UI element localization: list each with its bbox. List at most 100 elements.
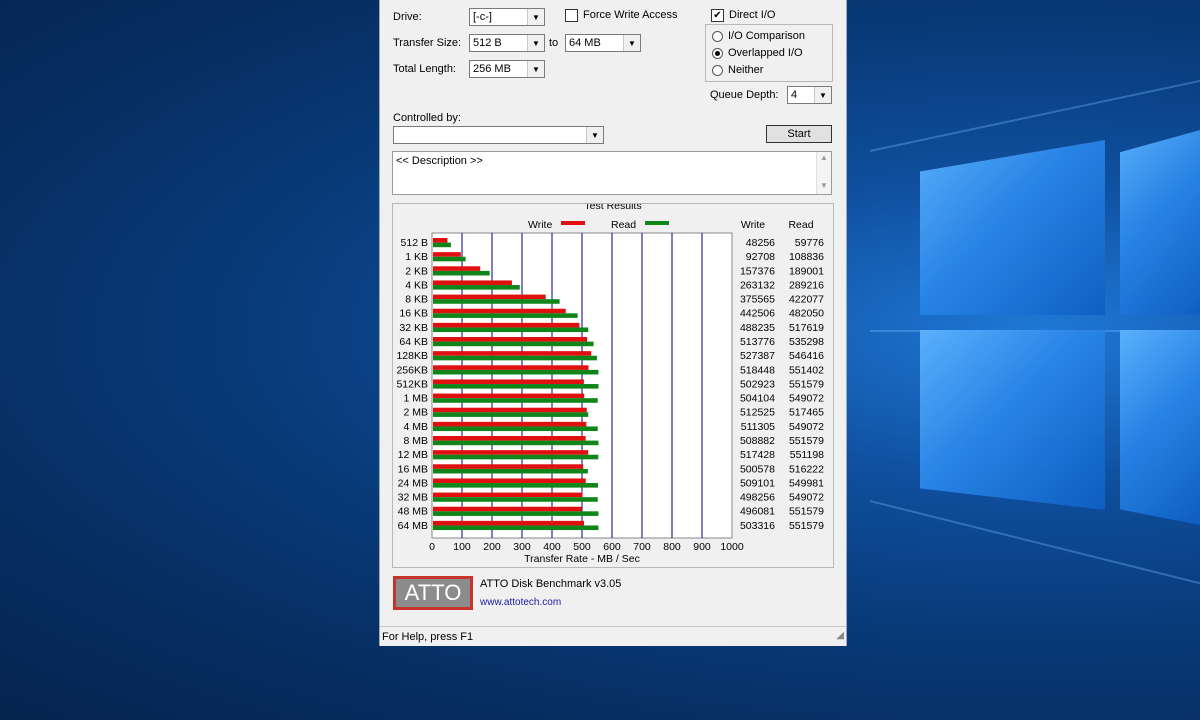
read-bar — [433, 256, 466, 262]
read-value: 535298 — [789, 336, 824, 348]
category-label: 16 KB — [399, 308, 428, 320]
description-textarea[interactable]: << Description >> ▲ ▼ — [392, 151, 832, 195]
read-value: 289216 — [789, 279, 824, 291]
category-label: 2 KB — [405, 265, 428, 277]
write-value: 509101 — [740, 477, 775, 489]
write-value: 502923 — [740, 378, 775, 390]
write-bar — [433, 252, 461, 257]
controlled-by-select[interactable]: ▼ — [393, 126, 604, 144]
write-value: 500578 — [740, 463, 775, 475]
windows-logo-pane — [920, 140, 1105, 315]
drive-select[interactable]: [-c-] ▼ — [469, 8, 545, 26]
write-value: 518448 — [740, 364, 775, 376]
start-button[interactable]: Start — [766, 125, 832, 143]
resize-grip-icon[interactable]: ◢ — [836, 630, 844, 641]
read-bar — [433, 341, 594, 347]
write-value: 508882 — [740, 435, 775, 447]
chevron-down-icon[interactable]: ▼ — [527, 61, 544, 77]
transfer-size-to-value: 64 MB — [569, 37, 601, 49]
category-label: 8 KB — [405, 294, 428, 306]
x-tick-label: 200 — [483, 541, 501, 553]
read-bar — [433, 313, 578, 318]
io-comparison-label: I/O Comparison — [728, 30, 806, 42]
read-value: 517619 — [789, 322, 824, 334]
io-comparison-radio[interactable] — [712, 31, 723, 42]
scroll-up-icon[interactable]: ▲ — [820, 153, 828, 162]
write-bar — [433, 450, 589, 455]
write-value: 498256 — [740, 492, 775, 504]
read-value: 551198 — [790, 449, 824, 461]
force-write-checkbox[interactable] — [565, 9, 578, 22]
x-tick-label: 500 — [573, 541, 591, 553]
category-label: 2 MB — [403, 407, 428, 419]
category-label: 32 MB — [398, 492, 428, 504]
total-length-select[interactable]: 256 MB ▼ — [469, 60, 545, 78]
write-value: 517428 — [740, 449, 775, 461]
atto-benchmark-window: Drive: [-c-] ▼ Force Write Access ✔ Dire… — [379, 0, 847, 646]
write-value: 263132 — [740, 279, 775, 291]
read-value: 59776 — [795, 237, 824, 249]
controlled-by-label: Controlled by: — [393, 112, 461, 124]
read-bar — [433, 285, 520, 290]
write-bar — [433, 266, 481, 271]
read-value: 516222 — [789, 463, 824, 475]
transfer-size-from-select[interactable]: 512 B ▼ — [469, 34, 545, 52]
x-tick-label: 300 — [513, 541, 531, 553]
read-value: 551579 — [789, 378, 824, 390]
neither-radio[interactable] — [712, 65, 723, 76]
chevron-down-icon[interactable]: ▼ — [586, 127, 603, 143]
write-bar — [433, 280, 512, 286]
total-length-label: Total Length: — [393, 63, 456, 75]
category-label: 8 MB — [403, 435, 428, 447]
read-bar — [433, 384, 599, 389]
description-scrollbar[interactable]: ▲ ▼ — [816, 152, 831, 194]
atto-logo: ATTO — [393, 576, 473, 610]
scroll-down-icon[interactable]: ▼ — [820, 181, 828, 190]
x-tick-label: 100 — [453, 541, 471, 553]
category-label: 4 MB — [403, 421, 428, 433]
legend-read-swatch — [645, 221, 669, 225]
write-value: 488235 — [740, 322, 775, 334]
read-value: 517465 — [789, 407, 824, 419]
category-label: 512 B — [401, 237, 428, 249]
windows-logo-pane — [1120, 130, 1200, 315]
transfer-size-to-select[interactable]: 64 MB ▼ — [565, 34, 641, 52]
read-bar — [433, 355, 597, 361]
read-value: 551579 — [789, 435, 824, 447]
category-label: 128KB — [396, 350, 428, 362]
to-label: to — [549, 37, 559, 49]
read-value: 551579 — [789, 506, 824, 518]
x-tick-label: 0 — [429, 541, 435, 553]
write-value: 512525 — [740, 407, 775, 419]
write-bar — [433, 337, 588, 342]
transfer-size-from-value: 512 B — [473, 37, 502, 49]
chevron-down-icon[interactable]: ▼ — [623, 35, 640, 51]
read-bar — [433, 525, 599, 531]
write-bar — [433, 379, 584, 385]
total-length-value: 256 MB — [473, 63, 511, 75]
read-column-header: Read — [788, 219, 813, 231]
read-bar — [433, 426, 598, 432]
chevron-down-icon[interactable]: ▼ — [814, 87, 831, 103]
read-bar — [433, 270, 490, 276]
write-value: 48256 — [746, 237, 775, 249]
test-results-group: Test Results Write Read Write Read 0 100 200 300… — [392, 203, 834, 568]
x-tick-label: 700 — [633, 541, 651, 553]
queue-depth-select[interactable]: 4 ▼ — [787, 86, 832, 104]
overlapped-io-label: Overlapped I/O — [728, 47, 803, 59]
chevron-down-icon[interactable]: ▼ — [527, 35, 544, 51]
direct-io-checkbox[interactable]: ✔ — [711, 9, 724, 22]
write-value: 511305 — [741, 421, 775, 433]
chevron-down-icon[interactable]: ▼ — [527, 9, 544, 25]
status-text: For Help, press F1 — [382, 631, 474, 643]
write-value: 527387 — [740, 350, 775, 362]
category-label: 16 MB — [398, 463, 428, 475]
windows-logo-pane — [1120, 330, 1200, 525]
overlapped-io-radio[interactable] — [712, 48, 723, 59]
atto-logo-text: ATTO — [396, 579, 470, 607]
category-label: 48 MB — [398, 506, 428, 518]
write-value: 375565 — [740, 294, 775, 306]
website-link[interactable]: www.attotech.com — [480, 597, 561, 608]
category-label: 1 KB — [405, 251, 428, 263]
read-value: 189001 — [789, 265, 824, 277]
